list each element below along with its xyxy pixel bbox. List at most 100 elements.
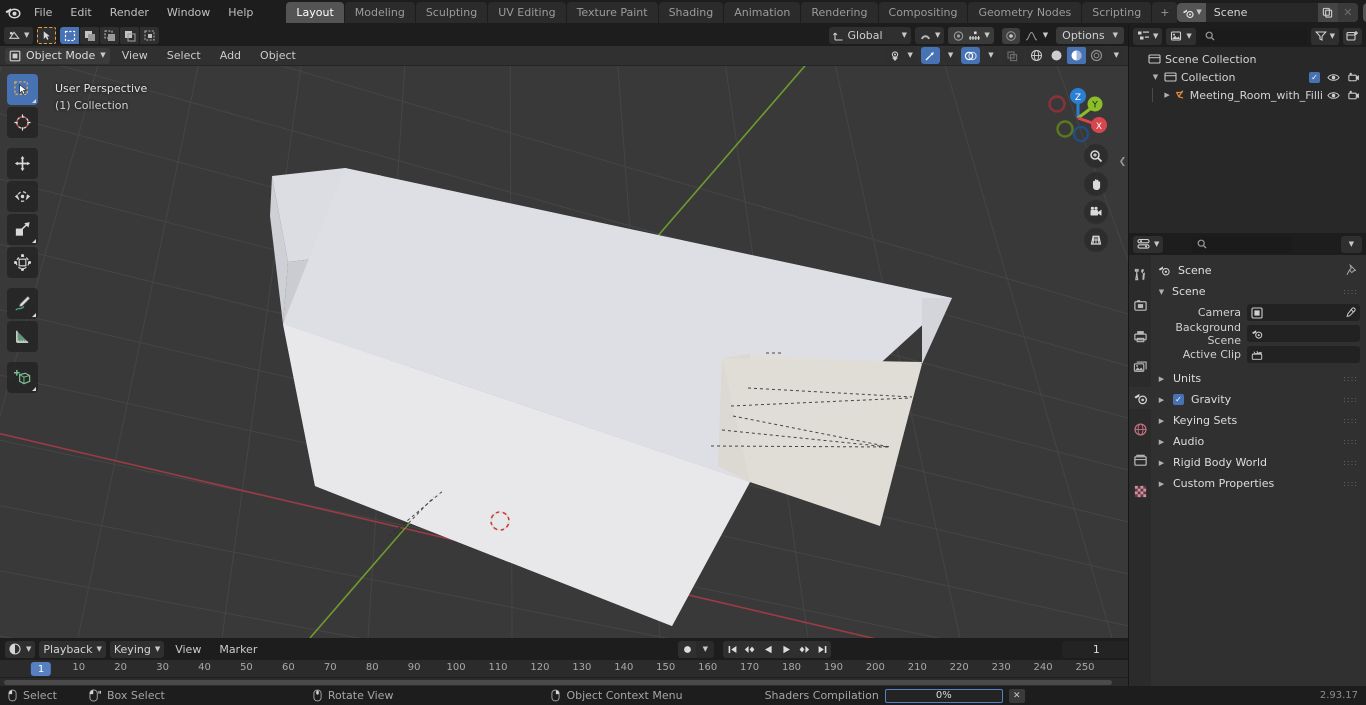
navigation-gizmo[interactable]: Z Y X	[1040, 78, 1116, 154]
select-box-button[interactable]	[60, 27, 80, 44]
properties-search-input[interactable]	[1192, 235, 1293, 253]
menu-file[interactable]: File	[25, 3, 61, 22]
outliner-display-mode-button[interactable]: ▼	[1133, 27, 1163, 45]
tool-expand-corner[interactable]	[32, 313, 36, 317]
pin-icon[interactable]	[1346, 264, 1358, 276]
panel-rigid-body-world[interactable]: ▶ Rigid Body World ::::	[1155, 452, 1360, 473]
next-keyframe-button[interactable]	[795, 640, 814, 658]
panel-gravity[interactable]: ▶ ✓ Gravity ::::	[1155, 389, 1360, 410]
timeline-ruler[interactable]: 10 20 30 40 50 60 70 80 90 100 110 120 130 140 150 160 1…	[0, 660, 1128, 678]
tool-rotate[interactable]	[7, 181, 38, 212]
camera-render-icon[interactable]	[1347, 72, 1360, 83]
expander-right-icon[interactable]: ▶	[1157, 459, 1166, 467]
add-workspace-button[interactable]: +	[1152, 2, 1178, 23]
expander-right-icon[interactable]: ▶	[1157, 396, 1166, 404]
outliner-new-collection-button[interactable]	[1343, 27, 1362, 45]
editor-type-button[interactable]: ▼	[4, 27, 34, 44]
viewport-menu-add[interactable]: Add	[213, 47, 248, 64]
tweak-tool-button[interactable]	[37, 27, 57, 44]
tab-uv-editing[interactable]: UV Editing	[488, 2, 566, 23]
timeline-menu-view[interactable]: View	[168, 641, 208, 658]
tab-scripting[interactable]: Scripting	[1082, 2, 1152, 23]
auto-keying-dropdown[interactable]: ▼	[696, 640, 715, 658]
tab-shading[interactable]: Shading	[658, 2, 724, 23]
tool-annotate[interactable]	[7, 288, 38, 319]
expander-right-icon[interactable]: ▶	[1163, 91, 1171, 99]
tool-expand-corner[interactable]	[32, 99, 36, 103]
camera-view-icon[interactable]	[1084, 200, 1108, 224]
panel-audio[interactable]: ▶ Audio ::::	[1155, 431, 1360, 452]
tab-animation[interactable]: Animation	[724, 2, 801, 23]
unlink-scene-button[interactable]: ✕	[1337, 3, 1358, 22]
tool-expand-corner[interactable]	[32, 387, 36, 391]
3d-viewport[interactable]: User Perspective (1) Collection Z Y X ❮	[0, 66, 1128, 638]
gizmo-dropdown[interactable]: ▼	[943, 47, 958, 64]
tab-geometry-nodes[interactable]: Geometry Nodes	[968, 2, 1082, 23]
menu-window[interactable]: Window	[158, 3, 219, 22]
transform-orientation-button[interactable]: Global ▼	[828, 27, 911, 44]
toggle-perspective-icon[interactable]	[1084, 228, 1108, 252]
eye-icon[interactable]	[1327, 90, 1340, 101]
scene-name-field[interactable]: Scene	[1205, 3, 1318, 22]
outliner-search-input[interactable]	[1199, 27, 1307, 45]
jump-to-start-button[interactable]	[723, 640, 742, 658]
menu-help[interactable]: Help	[219, 3, 262, 22]
zoom-icon[interactable]	[1084, 144, 1108, 168]
tool-expand-corner[interactable]	[32, 239, 36, 243]
expander-down-icon[interactable]: ▼	[1157, 288, 1166, 296]
play-button[interactable]	[777, 640, 796, 658]
timeline-editor-type-button[interactable]: ▼	[5, 640, 36, 658]
show-overlays-button[interactable]	[961, 47, 981, 64]
expander-right-icon[interactable]: ▶	[1157, 480, 1166, 488]
sidebar-toggle-chevron-left-icon[interactable]: ❮	[1118, 148, 1127, 176]
properties-editor-type-button[interactable]: ▼	[1133, 235, 1164, 253]
proportional-falloff-group[interactable]: ▼	[998, 27, 1052, 44]
properties-tab-world[interactable]	[1129, 418, 1151, 440]
gravity-checkbox[interactable]: ✓	[1173, 394, 1184, 405]
eyedropper-icon[interactable]	[1344, 306, 1356, 319]
shading-wireframe-button[interactable]	[1026, 47, 1046, 64]
shading-rendered-button[interactable]	[1086, 47, 1106, 64]
blender-logo-icon[interactable]	[4, 2, 21, 24]
timeline-playhead[interactable]: 1	[30, 662, 52, 676]
panel-custom-properties[interactable]: ▶ Custom Properties ::::	[1155, 473, 1360, 494]
outliner-row-meeting-room[interactable]: ▶ Meeting_Room_with_Filli	[1129, 86, 1366, 104]
select-intersect-button[interactable]	[140, 27, 160, 44]
properties-tab-output[interactable]	[1129, 325, 1151, 347]
snap-button[interactable]: ▼	[914, 27, 945, 44]
tool-measure[interactable]	[7, 321, 38, 352]
tab-texture-paint[interactable]: Texture Paint	[566, 2, 658, 23]
viewport-menu-view[interactable]: View	[115, 47, 155, 64]
scene-panel-header[interactable]: ▼ Scene ::::	[1155, 282, 1360, 301]
toggle-xray-button[interactable]	[1001, 47, 1023, 64]
proportional-toggle-icon[interactable]	[1001, 27, 1020, 44]
shading-material-button[interactable]	[1066, 47, 1086, 64]
jump-to-end-button[interactable]	[813, 640, 832, 658]
properties-tab-texture[interactable]	[1129, 480, 1151, 502]
tool-scale[interactable]	[7, 214, 38, 245]
properties-tab-tool[interactable]	[1129, 263, 1151, 285]
viewport-menu-select[interactable]: Select	[160, 47, 208, 64]
tool-tweak-select[interactable]	[7, 74, 38, 105]
progress-cancel-button[interactable]: ✕	[1008, 688, 1025, 703]
new-scene-button[interactable]	[1317, 3, 1338, 22]
properties-options-dropdown[interactable]: ▼	[1340, 235, 1362, 253]
tool-transform[interactable]	[7, 247, 38, 278]
menu-edit[interactable]: Edit	[61, 3, 100, 22]
timeline-menu-marker[interactable]: Marker	[212, 641, 264, 658]
current-frame-field[interactable]: 1	[1062, 640, 1131, 658]
shading-dropdown[interactable]: ▼	[1109, 47, 1123, 64]
tab-compositing[interactable]: Compositing	[878, 2, 968, 23]
timeline-horizontal-scrollbar[interactable]	[4, 680, 1112, 685]
timeline-menu-playback[interactable]: Playback ▼	[39, 640, 106, 658]
show-gizmo-visibility-button[interactable]: ▼	[886, 47, 917, 64]
play-reverse-button[interactable]	[759, 640, 778, 658]
camera-render-icon[interactable]	[1347, 90, 1360, 101]
properties-tab-render[interactable]	[1129, 294, 1151, 316]
tab-rendering[interactable]: Rendering	[801, 2, 878, 23]
tool-add-cube[interactable]	[7, 362, 38, 393]
camera-input[interactable]	[1247, 304, 1360, 321]
active-clip-input[interactable]	[1247, 346, 1360, 363]
show-gizmo-button[interactable]	[920, 47, 940, 64]
outliner-row-scene-collection[interactable]: Scene Collection	[1129, 50, 1366, 68]
